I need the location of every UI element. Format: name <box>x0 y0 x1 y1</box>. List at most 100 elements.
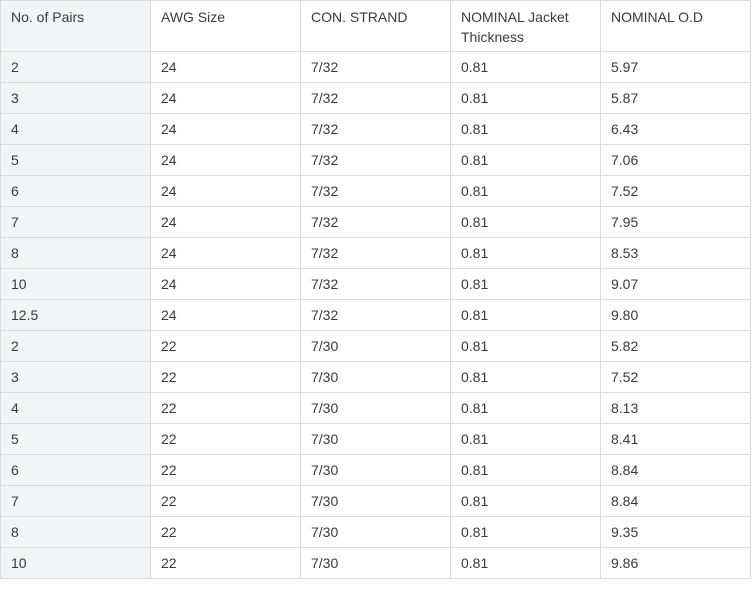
cell-con-strand: 7/32 <box>300 113 451 145</box>
table-row: 5 24 7/32 0.81 7.06 <box>0 144 751 176</box>
cell-con-strand: 7/32 <box>300 206 451 238</box>
header-nominal-jacket-thickness: NOMINAL Jacket Thickness <box>450 0 601 52</box>
cell-con-strand: 7/32 <box>300 299 451 331</box>
table-row: 3 24 7/32 0.81 5.87 <box>0 82 751 114</box>
table-row: 5 22 7/30 0.81 8.41 <box>0 423 751 455</box>
table-row: 12.5 24 7/32 0.81 9.80 <box>0 299 751 331</box>
cell-jacket-thickness: 0.81 <box>450 361 601 393</box>
cell-jacket-thickness: 0.81 <box>450 392 601 424</box>
table-row: 7 22 7/30 0.81 8.84 <box>0 485 751 517</box>
cell-con-strand: 7/32 <box>300 237 451 269</box>
cell-nominal-od: 9.35 <box>600 516 751 548</box>
table-row: 7 24 7/32 0.81 7.95 <box>0 206 751 238</box>
cell-nominal-od: 9.86 <box>600 547 751 579</box>
cell-jacket-thickness: 0.81 <box>450 268 601 300</box>
cell-awg-size: 24 <box>150 82 301 114</box>
cell-nominal-od: 7.95 <box>600 206 751 238</box>
cell-con-strand: 7/30 <box>300 423 451 455</box>
cell-no-of-pairs: 8 <box>0 237 151 269</box>
table-row: 10 22 7/30 0.81 9.86 <box>0 547 751 579</box>
cell-awg-size: 22 <box>150 330 301 362</box>
cell-awg-size: 24 <box>150 144 301 176</box>
cell-con-strand: 7/30 <box>300 516 451 548</box>
cell-con-strand: 7/32 <box>300 175 451 207</box>
cell-nominal-od: 8.53 <box>600 237 751 269</box>
cell-nominal-od: 6.43 <box>600 113 751 145</box>
table-row: 8 22 7/30 0.81 9.35 <box>0 516 751 548</box>
cell-awg-size: 24 <box>150 175 301 207</box>
cell-no-of-pairs: 6 <box>0 175 151 207</box>
table-row: 4 22 7/30 0.81 8.13 <box>0 392 751 424</box>
cell-nominal-od: 8.84 <box>600 485 751 517</box>
cell-nominal-od: 8.13 <box>600 392 751 424</box>
cell-no-of-pairs: 8 <box>0 516 151 548</box>
cell-jacket-thickness: 0.81 <box>450 237 601 269</box>
cell-nominal-od: 5.97 <box>600 51 751 83</box>
cell-jacket-thickness: 0.81 <box>450 330 601 362</box>
cell-con-strand: 7/32 <box>300 268 451 300</box>
cell-awg-size: 22 <box>150 423 301 455</box>
cable-spec-table: No. of Pairs AWG Size CON. STRAND NOMINA… <box>0 0 751 579</box>
cell-jacket-thickness: 0.81 <box>450 82 601 114</box>
cell-nominal-od: 8.84 <box>600 454 751 486</box>
header-row: No. of Pairs AWG Size CON. STRAND NOMINA… <box>0 0 751 52</box>
cell-awg-size: 24 <box>150 299 301 331</box>
table-row: 8 24 7/32 0.81 8.53 <box>0 237 751 269</box>
cell-jacket-thickness: 0.81 <box>450 485 601 517</box>
cell-awg-size: 22 <box>150 516 301 548</box>
table-header: No. of Pairs AWG Size CON. STRAND NOMINA… <box>0 0 751 52</box>
cell-con-strand: 7/30 <box>300 547 451 579</box>
cell-con-strand: 7/30 <box>300 330 451 362</box>
cell-no-of-pairs: 5 <box>0 144 151 176</box>
cell-no-of-pairs: 6 <box>0 454 151 486</box>
cell-jacket-thickness: 0.81 <box>450 547 601 579</box>
cell-awg-size: 24 <box>150 268 301 300</box>
cell-con-strand: 7/30 <box>300 485 451 517</box>
cell-nominal-od: 5.82 <box>600 330 751 362</box>
cell-no-of-pairs: 2 <box>0 51 151 83</box>
cell-no-of-pairs: 10 <box>0 547 151 579</box>
cell-awg-size: 22 <box>150 361 301 393</box>
cell-con-strand: 7/30 <box>300 392 451 424</box>
cell-nominal-od: 9.80 <box>600 299 751 331</box>
cell-nominal-od: 5.87 <box>600 82 751 114</box>
cell-no-of-pairs: 12.5 <box>0 299 151 331</box>
cell-nominal-od: 7.52 <box>600 175 751 207</box>
header-nominal-od: NOMINAL O.D <box>600 0 751 52</box>
cell-jacket-thickness: 0.81 <box>450 454 601 486</box>
cell-awg-size: 22 <box>150 485 301 517</box>
cell-awg-size: 24 <box>150 237 301 269</box>
table-row: 3 22 7/30 0.81 7.52 <box>0 361 751 393</box>
table-row: 2 22 7/30 0.81 5.82 <box>0 330 751 362</box>
cell-nominal-od: 9.07 <box>600 268 751 300</box>
cell-jacket-thickness: 0.81 <box>450 516 601 548</box>
header-con-strand: CON. STRAND <box>300 0 451 52</box>
table-row: 2 24 7/32 0.81 5.97 <box>0 51 751 83</box>
cell-con-strand: 7/32 <box>300 51 451 83</box>
table-row: 6 24 7/32 0.81 7.52 <box>0 175 751 207</box>
cell-jacket-thickness: 0.81 <box>450 144 601 176</box>
cell-no-of-pairs: 7 <box>0 206 151 238</box>
cell-con-strand: 7/32 <box>300 82 451 114</box>
cell-no-of-pairs: 7 <box>0 485 151 517</box>
cell-awg-size: 24 <box>150 51 301 83</box>
cell-nominal-od: 7.06 <box>600 144 751 176</box>
table-row: 4 24 7/32 0.81 6.43 <box>0 113 751 145</box>
cell-jacket-thickness: 0.81 <box>450 206 601 238</box>
table-row: 6 22 7/30 0.81 8.84 <box>0 454 751 486</box>
cell-awg-size: 24 <box>150 206 301 238</box>
cell-awg-size: 22 <box>150 454 301 486</box>
cell-jacket-thickness: 0.81 <box>450 299 601 331</box>
cell-no-of-pairs: 2 <box>0 330 151 362</box>
cell-no-of-pairs: 5 <box>0 423 151 455</box>
header-no-of-pairs: No. of Pairs <box>0 0 151 52</box>
cell-jacket-thickness: 0.81 <box>450 175 601 207</box>
cell-jacket-thickness: 0.81 <box>450 113 601 145</box>
cell-awg-size: 22 <box>150 547 301 579</box>
cell-nominal-od: 8.41 <box>600 423 751 455</box>
cell-jacket-thickness: 0.81 <box>450 423 601 455</box>
table-row: 10 24 7/32 0.81 9.07 <box>0 268 751 300</box>
cell-nominal-od: 7.52 <box>600 361 751 393</box>
cell-no-of-pairs: 10 <box>0 268 151 300</box>
cell-no-of-pairs: 3 <box>0 361 151 393</box>
